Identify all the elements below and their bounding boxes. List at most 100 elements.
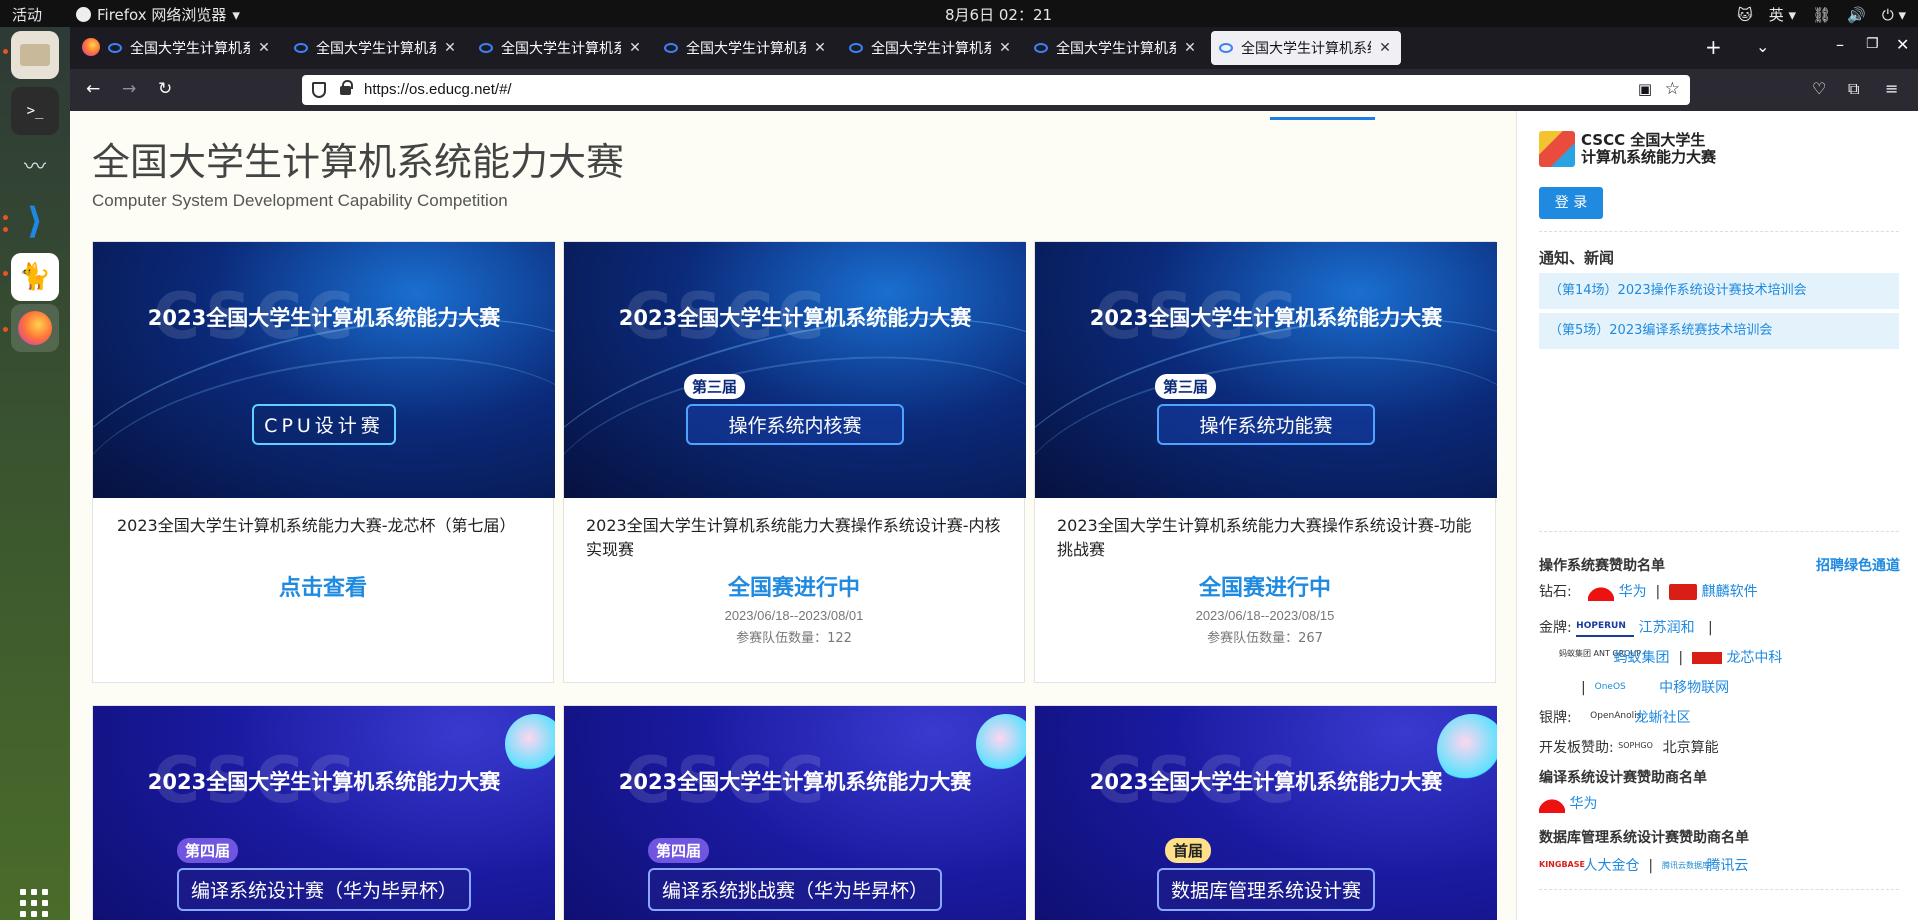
sponsor-link-kingbase[interactable]: 人大金仓 — [1583, 858, 1639, 874]
sponsor-link-hoperun[interactable]: 江苏润和 — [1639, 620, 1695, 636]
url-text[interactable]: https://os.educg.net/#/ — [364, 81, 512, 98]
close-tab-icon[interactable]: ✕ — [812, 40, 828, 56]
edition-badge: 第四届 — [648, 838, 710, 863]
running-indicator — [3, 327, 8, 332]
login-button[interactable]: 登 录 — [1539, 187, 1603, 219]
pocket-icon[interactable]: ♡ — [1812, 79, 1826, 98]
new-tab-icon[interactable]: + — [1705, 35, 1722, 59]
minimize-icon[interactable]: – — [1836, 35, 1844, 54]
browser-tab[interactable]: 全国大学生计算机系统能力大赛 ✕ — [471, 31, 651, 65]
competition-card[interactable]: CSCC 2023全国大学生计算机系统能力大赛 第四届 编译系统设计赛（华为毕昇… — [92, 705, 555, 920]
sponsor-link-huawei[interactable]: 华为 — [1619, 584, 1647, 600]
logo-line1: CSCC 全国大学生 — [1581, 131, 1706, 149]
sponsor-link-anolis[interactable]: 龙蜥社区 — [1635, 710, 1691, 726]
system-monitor-icon[interactable]: 〰 — [11, 141, 59, 189]
browser-tab[interactable]: 全国大学生计算机系统能力大赛 ✕ — [286, 31, 466, 65]
logo-line2: 计算机系统能力大赛 — [1581, 148, 1717, 166]
firefox-view-icon[interactable] — [82, 38, 100, 56]
browser-tab[interactable]: 全国大学生计算机系统能力大赛 ✕ — [100, 31, 280, 65]
sponsor-name-sophgo[interactable]: 北京算能 — [1663, 740, 1719, 756]
app-menu[interactable]: Firefox 网络浏览器 ▾ — [76, 4, 240, 25]
close-tab-icon[interactable]: ✕ — [627, 40, 643, 56]
close-tab-icon[interactable]: ✕ — [1377, 40, 1393, 56]
input-method-indicator[interactable]: 英 ▾ — [1769, 4, 1796, 25]
close-tab-icon[interactable]: ✕ — [997, 40, 1013, 56]
card-banner[interactable]: CSCC 2023全国大学生计算机系统能力大赛 CPU设计赛 — [93, 242, 555, 498]
reader-view-icon[interactable]: ▣ — [1638, 80, 1652, 98]
show-apps-icon[interactable] — [20, 889, 48, 917]
lock-icon[interactable] — [340, 80, 353, 95]
gold-label: 金牌: — [1539, 620, 1572, 636]
card-status-link[interactable]: 全国赛进行中 — [564, 570, 1024, 602]
sponsor-link-ant[interactable]: 蚂蚁集团 — [1613, 650, 1669, 666]
close-window-icon[interactable]: ✕ — [1896, 35, 1909, 54]
volume-icon[interactable]: 🔊 — [1847, 6, 1866, 24]
browser-tab[interactable]: 全国大学生计算机系统能力大赛 ✕ — [841, 31, 1021, 65]
terminal-icon[interactable]: >_ — [11, 87, 59, 135]
competition-card[interactable]: CSCC 2023全国大学生计算机系统能力大赛 第三届 操作系统内核赛 2023… — [563, 241, 1026, 683]
sidebar: CSCC 全国大学生 计算机系统能力大赛 登 录 通知、新闻 （第14场）202… — [1516, 111, 1918, 920]
system-tray[interactable]: 🐱 英 ▾ ⛓ 🔊 ⏻ ▾ — [1737, 4, 1906, 25]
banner-title: 2023全国大学生计算机系统能力大赛 — [618, 770, 972, 794]
power-icon[interactable]: ⏻ ▾ — [1882, 6, 1906, 24]
card-banner[interactable]: CSCC 2023全国大学生计算机系统能力大赛 第三届 操作系统功能赛 — [1035, 242, 1497, 498]
close-tab-icon[interactable]: ✕ — [1182, 40, 1198, 56]
cscc-logo[interactable]: CSCC 全国大学生 计算机系统能力大赛 — [1539, 131, 1716, 167]
app-menu-label: Firefox 网络浏览器 — [97, 6, 227, 24]
card-status-link[interactable]: 点击查看 — [93, 570, 553, 602]
browser-tab[interactable]: 全国大学生计算机系统能力大赛 ✕ — [1026, 31, 1206, 65]
vscode-icon[interactable]: ⟩ — [11, 197, 59, 245]
card-banner[interactable]: CSCC 2023全国大学生计算机系统能力大赛 第四届 编译系统挑战赛（华为毕昇… — [564, 706, 1026, 920]
shield-icon[interactable] — [312, 82, 326, 98]
forward-icon[interactable]: → — [122, 79, 136, 99]
network-icon[interactable]: ⛓ — [1812, 6, 1831, 24]
banner-label: 编译系统挑战赛（华为毕昇杯） — [564, 868, 1026, 911]
competition-card[interactable]: CSCC 2023全国大学生计算机系统能力大赛 第三届 操作系统功能赛 2023… — [1034, 241, 1497, 683]
close-tab-icon[interactable]: ✕ — [442, 40, 458, 56]
close-tab-icon[interactable]: ✕ — [256, 40, 272, 56]
card-title[interactable]: 2023全国大学生计算机系统能力大赛-龙芯杯（第七届） — [93, 498, 553, 570]
menu-icon[interactable]: ≡ — [1885, 79, 1898, 98]
sponsor-link-loongson[interactable]: 龙芯中科 — [1726, 650, 1782, 666]
reload-icon[interactable]: ↻ — [158, 79, 172, 99]
sponsor-link-cmcc[interactable]: 中移物联网 — [1659, 680, 1729, 696]
card-title[interactable]: 2023全国大学生计算机系统能力大赛操作系统设计赛-内核实现赛 — [564, 498, 1024, 570]
list-tabs-icon[interactable]: ⌄ — [1756, 37, 1769, 56]
bookmark-star-icon[interactable]: ☆ — [1665, 79, 1680, 99]
card-status-link[interactable]: 全国赛进行中 — [1035, 570, 1495, 602]
url-bar[interactable]: https://os.educg.net/#/ ▣ ☆ — [302, 75, 1690, 105]
news-item[interactable]: （第14场）2023操作系统设计赛技术培训会 — [1539, 273, 1899, 309]
activities-button[interactable]: 活动 — [12, 4, 42, 25]
restore-icon[interactable]: ❐ — [1866, 36, 1879, 52]
browser-tab[interactable]: 全国大学生计算机系统能力大赛 ✕ — [656, 31, 836, 65]
cat-icon[interactable]: 🐱 — [1737, 6, 1753, 24]
divider — [1539, 231, 1899, 232]
sophgo-logo-icon: SOPHGO — [1618, 741, 1653, 750]
card-title[interactable]: 2023全国大学生计算机系统能力大赛操作系统设计赛-功能挑战赛 — [1035, 498, 1495, 570]
banner-title: 2023全国大学生计算机系统能力大赛 — [147, 770, 501, 794]
silver-sponsors: 银牌: OpenAnolis 龙蜥社区 — [1539, 707, 1691, 727]
card-banner[interactable]: CSCC 2023全国大学生计算机系统能力大赛 第四届 编译系统设计赛（华为毕昇… — [93, 706, 555, 920]
sponsor-link-huawei-compiler[interactable]: 华为 — [1569, 796, 1597, 812]
green-channel-link[interactable]: 招聘绿色通道 — [1816, 555, 1900, 575]
card-banner[interactable]: CSCC 2023全国大学生计算机系统能力大赛 第三届 操作系统内核赛 — [564, 242, 1026, 498]
news-item[interactable]: （第5场）2023编译系统赛技术培训会 — [1539, 313, 1899, 349]
huawei-logo-icon — [1539, 795, 1565, 813]
competition-card[interactable]: CSCC 2023全国大学生计算机系统能力大赛 第四届 编译系统挑战赛（华为毕昇… — [563, 705, 1026, 920]
firefox-window: 全国大学生计算机系统能力大赛✕全国大学生计算机系统能力大赛✕全国大学生计算机系统… — [70, 27, 1918, 920]
card-banner[interactable]: CSCC 2023全国大学生计算机系统能力大赛 首届 数据库管理系统设计赛 — [1035, 706, 1497, 920]
tab-title: 全国大学生计算机系统能力大赛 — [1241, 41, 1371, 57]
sponsor-link-kylin[interactable]: 麒麟软件 — [1702, 584, 1758, 600]
extensions-icon[interactable]: ⧉ — [1848, 79, 1859, 99]
firefox-dock-icon[interactable] — [11, 304, 59, 352]
competition-card[interactable]: CSCC 2023全国大学生计算机系统能力大赛 CPU设计赛 2023全国大学生… — [92, 241, 555, 683]
competition-card[interactable]: CSCC 2023全国大学生计算机系统能力大赛 首届 数据库管理系统设计赛 — [1034, 705, 1497, 920]
sponsor-link-tencent-cloud[interactable]: 腾讯云 — [1706, 858, 1748, 874]
cat-app-icon[interactable]: 🐈 — [11, 253, 59, 301]
back-icon[interactable]: ← — [86, 79, 100, 99]
files-icon[interactable] — [11, 31, 59, 79]
clock[interactable]: 8月6日 02：21 — [945, 4, 1052, 25]
dock: >_ 〰 ⟩ 🐈 — [0, 27, 70, 920]
firefox-icon — [76, 7, 91, 22]
browser-tab[interactable]: 全国大学生计算机系统能力大赛 ✕ — [1211, 31, 1401, 65]
